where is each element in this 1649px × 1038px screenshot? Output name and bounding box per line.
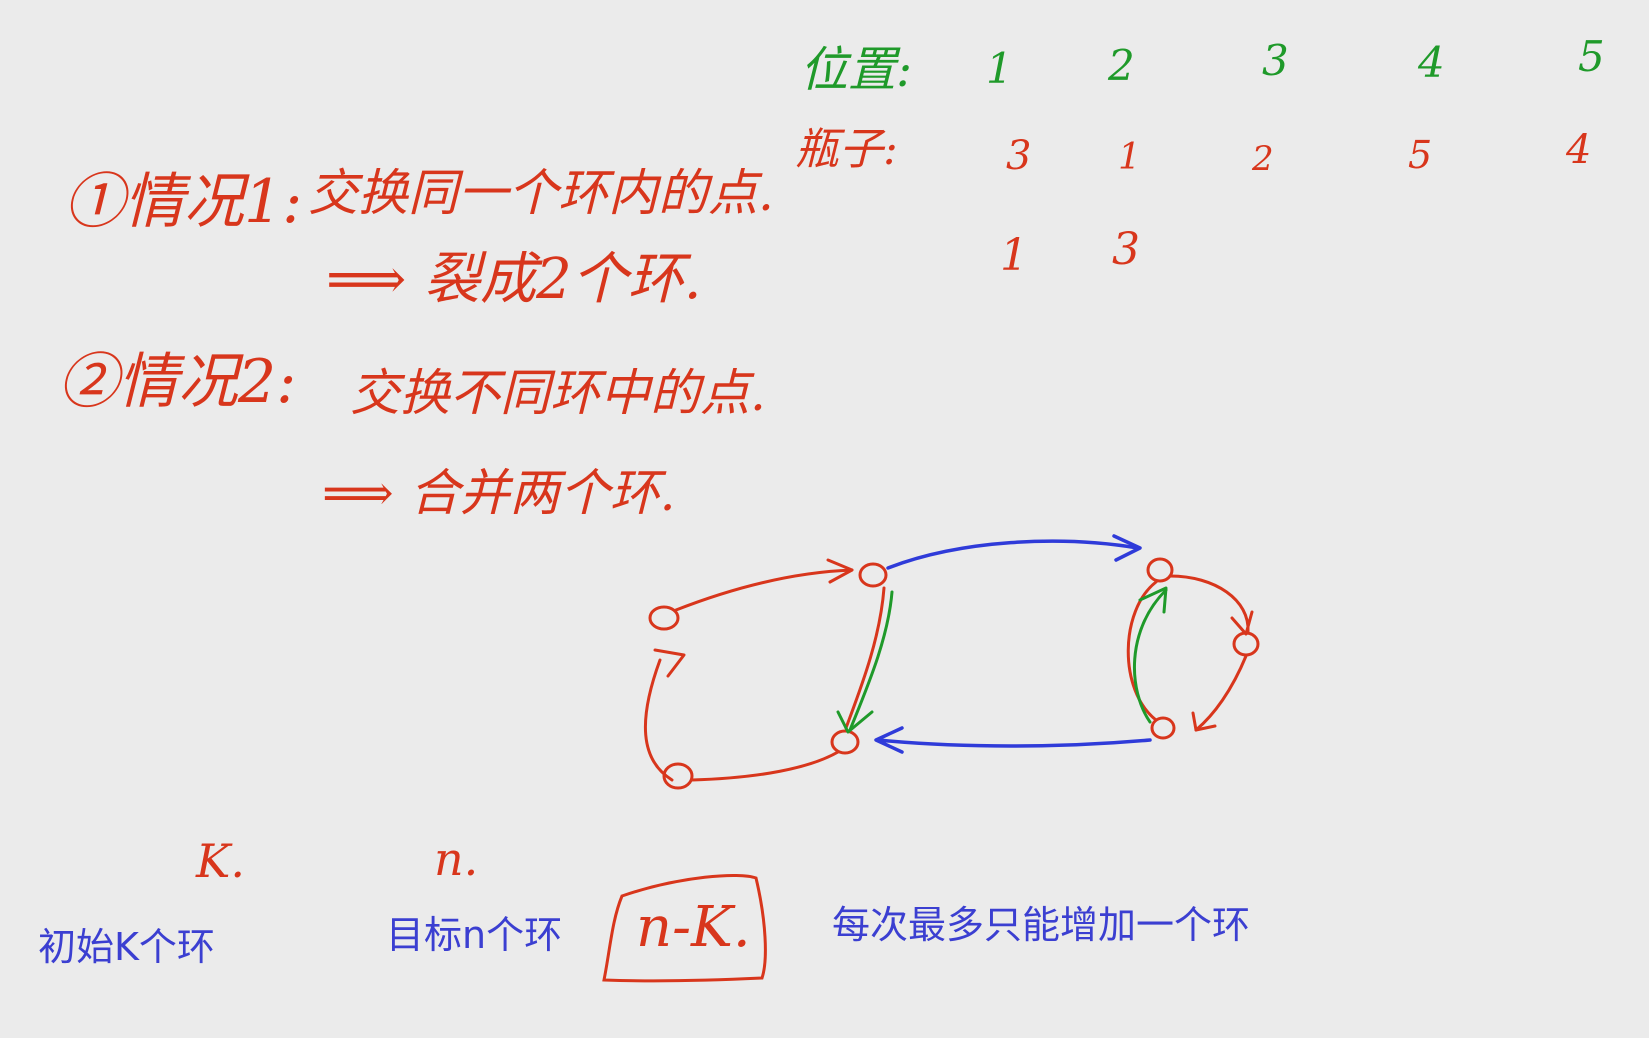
n-minus-k-text: n-K. [636, 895, 751, 960]
right-cycle-node-top [1146, 557, 1174, 583]
merge-edge-top [886, 539, 1140, 570]
left-cycle-node-left [648, 605, 680, 631]
right-cycle-edge-vertical [1126, 580, 1158, 722]
k-mark: K. [196, 834, 245, 888]
swap-mark-left [848, 590, 894, 732]
right-cycle-edge-right-bottom [1194, 654, 1248, 732]
left-cycle-node-bottom-right [830, 729, 860, 755]
merge-edge-bottom [876, 738, 1152, 748]
whiteboard: 位置: 1 2 3 4 5 瓶子: 3 1 2 5 4 1 3 ①情况1: 交换… [0, 0, 1649, 1038]
left-cycle-node-top [858, 562, 888, 588]
left-cycle-edge-bottom [690, 750, 840, 782]
max-increase-note: 每次最多只能增加一个环 [832, 903, 1251, 947]
left-cycle-edge-left [643, 658, 674, 782]
n-mark: n. [434, 832, 479, 886]
target-cycles-label: 目标n个环 [386, 913, 563, 957]
initial-cycles-label: 初始K个环 [38, 925, 215, 969]
right-cycle-node-right [1232, 631, 1260, 657]
swap-mark-right [1132, 588, 1168, 724]
left-cycle-edge-top [674, 568, 854, 612]
cycle-merge-diagram [602, 534, 1260, 983]
